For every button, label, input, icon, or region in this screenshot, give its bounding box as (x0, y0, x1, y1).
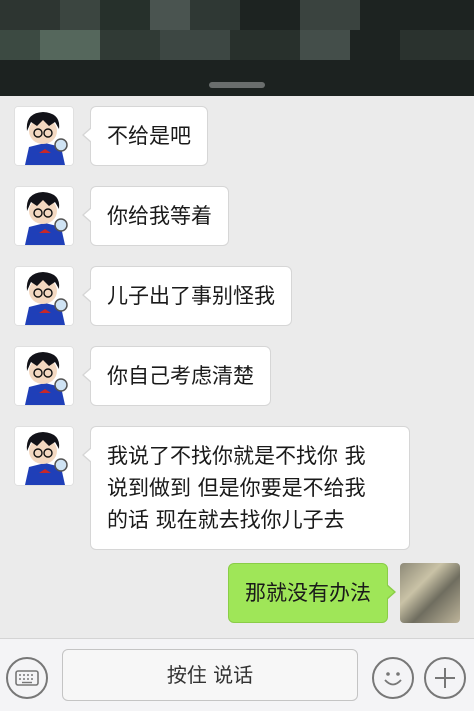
conan-avatar-icon (15, 427, 73, 485)
emoji-button[interactable] (372, 657, 414, 699)
keyboard-button[interactable] (6, 657, 48, 699)
received-message[interactable]: 你给我等着 (82, 186, 229, 246)
blurred-header (0, 0, 474, 96)
keyboard-icon (15, 670, 39, 686)
message-line: 说到做到 但是你要是不给我 (107, 476, 366, 500)
chat-area[interactable]: 不给是吧 你给我等着 儿子出了事别怪我 你自己考虑清楚 我说了不找你就是不找你 … (0, 96, 474, 638)
received-message[interactable]: 你自己考虑清楚 (82, 346, 271, 406)
contact-avatar[interactable] (14, 346, 74, 406)
conan-avatar-icon (15, 267, 73, 325)
conan-avatar-icon (15, 347, 73, 405)
received-message[interactable]: 不给是吧 (82, 106, 208, 166)
plus-icon (435, 668, 455, 688)
contact-avatar[interactable] (14, 186, 74, 246)
conan-avatar-icon (15, 107, 73, 165)
conan-avatar-icon (15, 187, 73, 245)
received-message[interactable]: 儿子出了事别怪我 (82, 266, 292, 326)
drag-handle[interactable] (209, 82, 265, 88)
message-line: 我说了不找你就是不找你 我 (107, 444, 366, 468)
input-toolbar: 按住 说话 (0, 638, 474, 711)
hold-to-talk-button[interactable]: 按住 说话 (62, 649, 358, 701)
contact-avatar[interactable] (14, 426, 74, 486)
user-avatar[interactable] (400, 563, 460, 623)
received-message[interactable]: 我说了不找你就是不找你 我 说到做到 但是你要是不给我 的话 现在就去找你儿子去 (82, 426, 410, 550)
more-button[interactable] (424, 657, 466, 699)
contact-avatar[interactable] (14, 106, 74, 166)
message-line: 的话 现在就去找你儿子去 (107, 508, 345, 532)
sent-message[interactable]: 那就没有办法 (228, 563, 396, 623)
emoji-icon (384, 672, 402, 686)
contact-avatar[interactable] (14, 266, 74, 326)
